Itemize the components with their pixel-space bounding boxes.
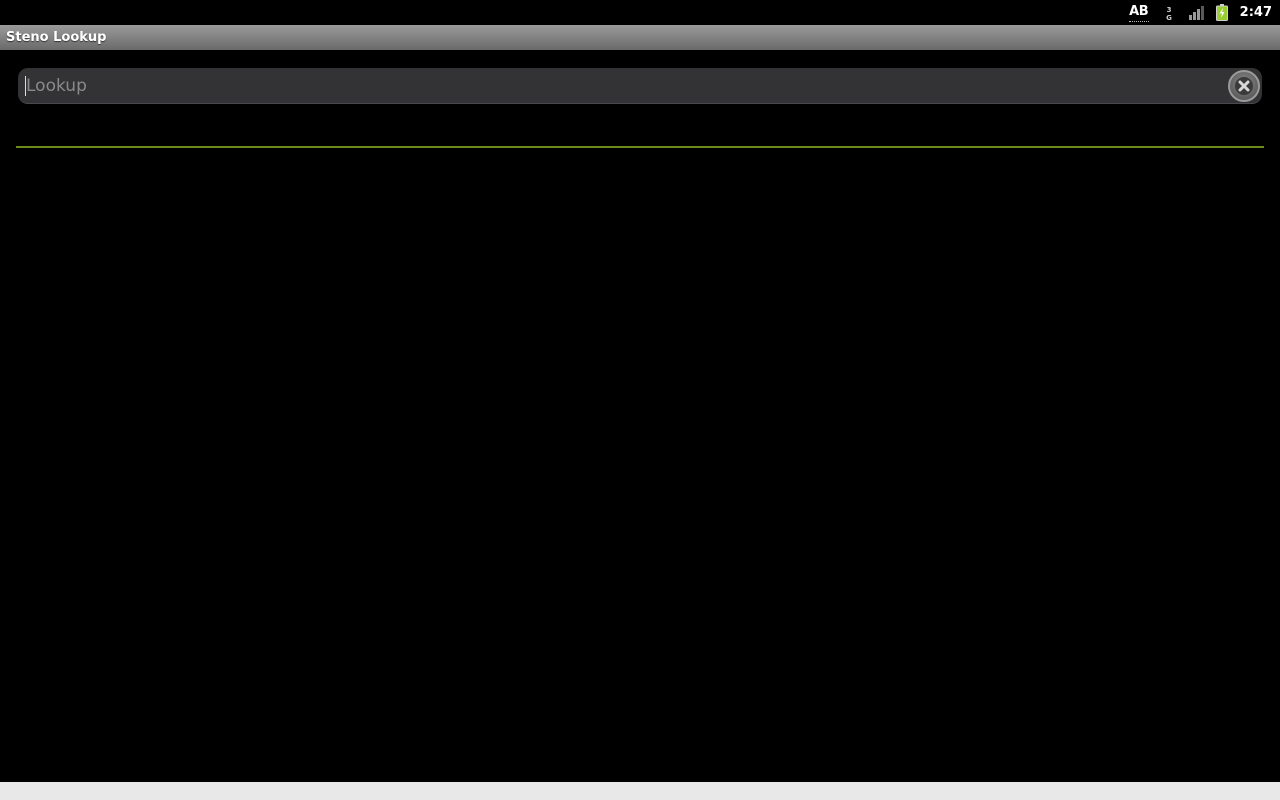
app-title: Steno Lookup	[6, 30, 107, 45]
clear-button[interactable]	[1228, 70, 1260, 102]
svg-text:G: G	[1166, 14, 1172, 21]
svg-text:3: 3	[1166, 6, 1171, 14]
status-clock: 2:47	[1239, 5, 1272, 20]
signal-strength-icon	[1188, 5, 1204, 20]
title-bar: Steno Lookup	[0, 25, 1280, 50]
results-list	[16, 150, 1264, 780]
network-3g-icon: 3 G	[1166, 6, 1172, 21]
text-cursor	[25, 76, 26, 96]
system-bar	[0, 782, 1280, 800]
lookup-field-container[interactable]	[18, 68, 1262, 104]
status-icons: AB 3 G 2:47	[1128, 0, 1272, 25]
battery-charging-icon	[1215, 4, 1228, 21]
ime-ab-icon: AB	[1128, 3, 1149, 22]
status-bar: AB 3 G 2:47	[0, 0, 1280, 25]
app-screen: AB 3 G 2:47 Steno Lookup	[0, 0, 1280, 800]
divider-line	[16, 146, 1264, 148]
lookup-input[interactable]	[26, 68, 1222, 104]
clear-x-icon	[1235, 77, 1253, 95]
